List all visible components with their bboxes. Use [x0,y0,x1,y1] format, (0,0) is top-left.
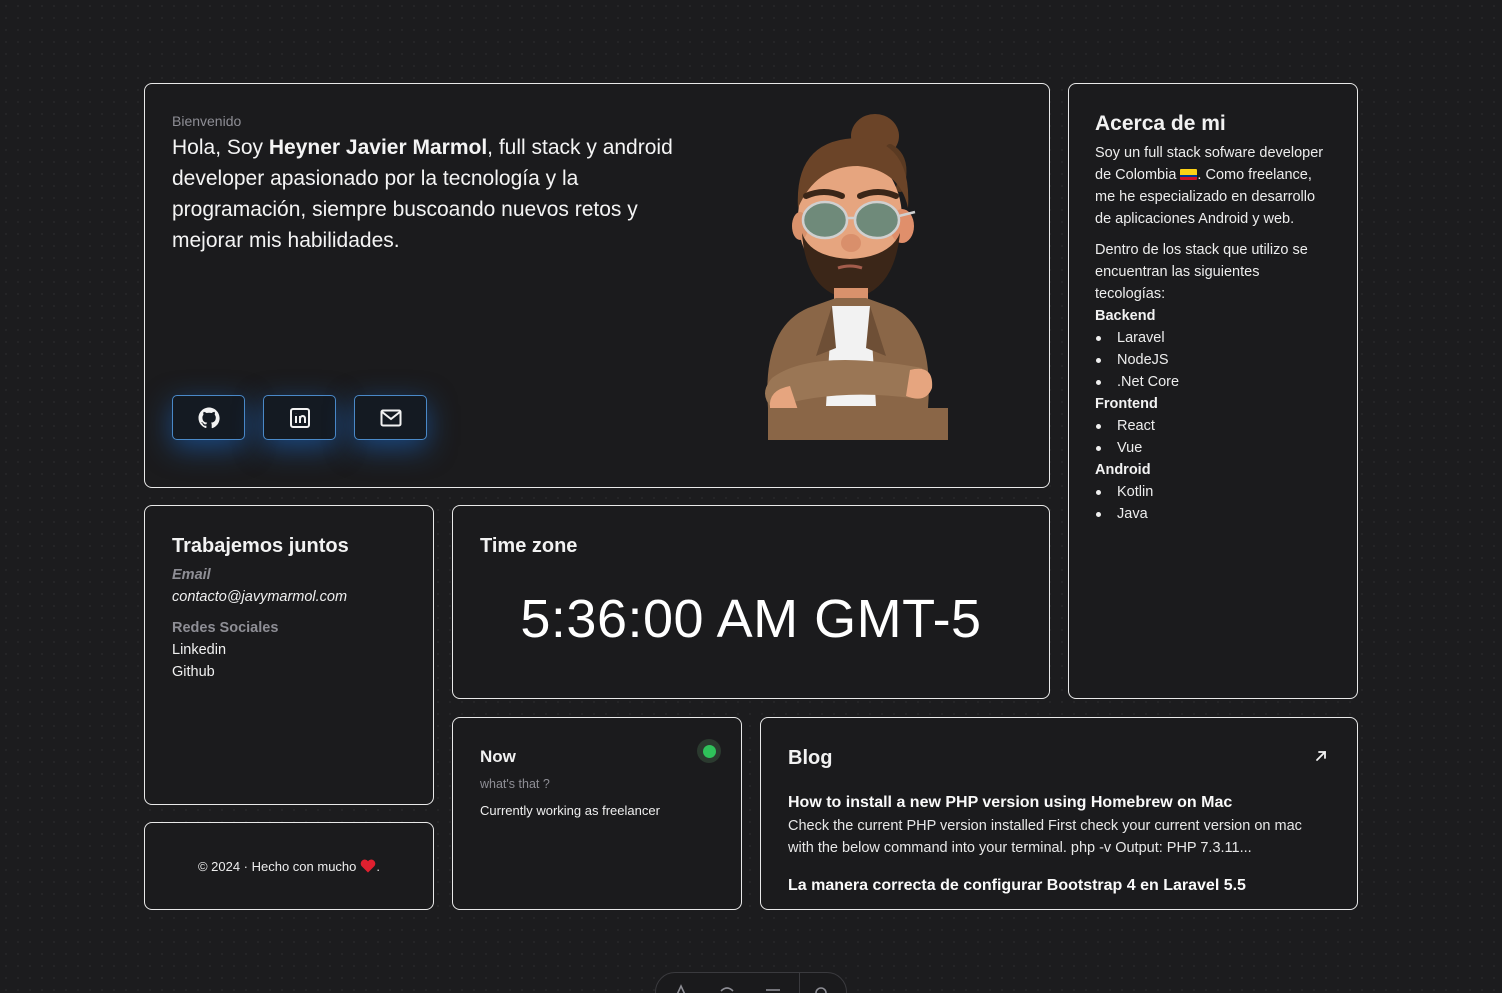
author-name: Heyner Javier Marmol [268,136,488,159]
email-link[interactable]: contacto@javymarmol.com [172,586,406,608]
github-button[interactable] [172,395,245,440]
settings-icon[interactable] [812,983,830,993]
linkedin-icon [289,407,310,428]
timezone-title: Time zone [480,535,578,557]
about-paragraph-2: Dentro de los stack que utilizo se encue… [1095,242,1308,302]
now-status-text: Currently working as freelancer [480,803,660,818]
mail-button[interactable] [354,395,427,440]
heart-icon [361,859,376,873]
about-card: Acerca de mi Soy un full stack sofware d… [1068,83,1358,699]
linkedin-button[interactable] [263,395,336,440]
colombia-flag-icon [1180,169,1198,180]
footer-text: © 2024 · Hecho con mucho [197,858,357,874]
now-subtitle: what's that ? [480,777,550,791]
email-label: Email [172,567,211,583]
avatar-illustration [765,114,948,440]
menu-icon[interactable] [764,983,782,993]
now-title: Now [480,747,516,766]
contact-card: Trabajemos juntos Email contacto@javymar… [144,505,434,805]
brush-icon[interactable] [718,983,736,993]
stack-backend: Backend Laravel NodeJS .Net Core [1095,305,1331,393]
stack-heading: Android [1095,462,1151,478]
blog-title: Blog [788,747,833,769]
intro-label: Bienvenido [172,113,242,129]
social-buttons [172,395,427,440]
blog-post-title[interactable]: La manera correcta de configurar Bootstr… [788,877,1330,895]
intro-text: Hola, Soy Heyner Javier Marmol, full sta… [172,136,673,252]
blog-card: Blog How to install a new PHP version us… [760,717,1358,910]
about-title: Acerca de mi [1095,112,1226,135]
footer-end: . [376,858,381,874]
stack-heading: Backend [1095,308,1156,324]
bottom-dock [655,972,847,993]
stack-item: Java [1095,503,1331,525]
status-indicator-icon [697,739,721,763]
stack-frontend: Frontend React Vue [1095,393,1331,459]
dock-divider [799,973,800,993]
blog-post-excerpt: Check the current PHP version installed … [788,818,1302,856]
stack-item: React [1095,415,1331,437]
timezone-card: Time zone 5:36:00 AM GMT-5 [452,505,1050,699]
github-link[interactable]: Github [172,661,406,683]
stack-item: .Net Core [1095,371,1331,393]
stack-item: Laravel [1095,327,1331,349]
clock-display: 5:36:00 AM GMT-5 [520,589,982,649]
now-card: Now what's that ? Currently working as f… [452,717,742,910]
mail-icon [380,409,401,426]
contact-title: Trabajemos juntos [172,535,349,557]
blog-post-title[interactable]: How to install a new PHP version using H… [788,794,1330,812]
stack-item: Kotlin [1095,481,1331,503]
github-icon [198,407,220,428]
stack-android: Android Kotlin Java [1095,459,1331,525]
external-link-arrow-icon[interactable] [1313,748,1329,764]
social-label: Redes Sociales [172,620,279,636]
linkedin-link[interactable]: Linkedin [172,639,406,661]
intro-card: Bienvenido Hola, Soy Heyner Javier Marmo… [144,83,1050,488]
stack-item: Vue [1095,437,1331,459]
stack-item: NodeJS [1095,349,1331,371]
about-paragraph-1: Soy un full stack sofware developer de C… [1095,145,1324,227]
home-icon[interactable] [672,983,690,993]
footer-card: © 2024 · Hecho con mucho . [144,822,434,910]
stack-heading: Frontend [1095,396,1158,412]
